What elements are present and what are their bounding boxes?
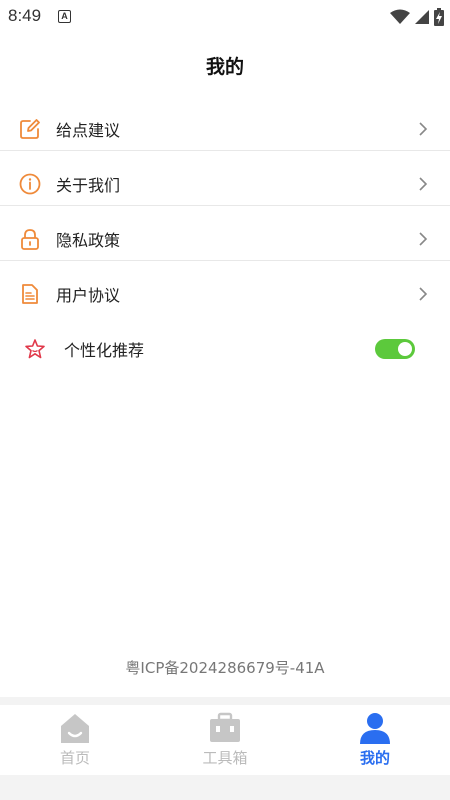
battery-icon	[434, 8, 444, 26]
profile-icon	[360, 713, 390, 744]
divider	[0, 260, 450, 261]
personalized-label: 个性化推荐	[64, 340, 145, 360]
chevron-right-icon	[419, 286, 428, 301]
wifi-icon	[390, 9, 410, 24]
personalized-toggle[interactable]	[375, 339, 415, 359]
divider	[0, 205, 450, 206]
status-time: 8:49	[8, 6, 42, 25]
bottom-tab-bar: 首页 工具箱 我的	[0, 705, 450, 775]
toolbox-icon	[210, 712, 240, 742]
menu-item-label: 用户协议	[56, 285, 121, 305]
chevron-right-icon	[419, 176, 428, 191]
page-title: 我的	[205, 56, 244, 78]
chevron-right-icon	[419, 121, 428, 136]
menu-item-label: 隐私政策	[56, 230, 121, 250]
status-bar: 8:49 A	[0, 0, 450, 34]
tab-label: 工具箱	[202, 749, 248, 767]
tab-label: 我的	[359, 749, 390, 767]
status-icons	[390, 8, 444, 26]
document-icon	[22, 283, 38, 304]
menu-item-label: 给点建议	[56, 120, 121, 140]
tabbar-divider	[0, 697, 450, 705]
home-icon	[61, 714, 89, 743]
star-icon	[25, 338, 45, 358]
menu-item-label: 关于我们	[56, 175, 121, 195]
signal-icon	[415, 10, 429, 24]
a-badge-icon: A	[58, 10, 71, 23]
menu-item-privacy[interactable]: 隐私政策	[0, 211, 450, 266]
divider	[0, 150, 450, 151]
system-nav-area	[0, 775, 450, 800]
toggle-knob	[398, 342, 412, 356]
lock-icon	[21, 228, 39, 250]
info-icon	[19, 173, 41, 194]
tab-mine[interactable]: 我的	[300, 705, 450, 775]
edit-icon	[20, 118, 40, 139]
chevron-right-icon	[419, 231, 428, 246]
icp-license-text: 粤ICP备2024286679号-41A	[125, 659, 325, 677]
tab-toolbox[interactable]: 工具箱	[150, 705, 300, 775]
menu-item-about[interactable]: 关于我们	[0, 156, 450, 211]
menu-item-feedback[interactable]: 给点建议	[0, 101, 450, 156]
menu-item-user-agreement[interactable]: 用户协议	[0, 266, 450, 321]
tab-home[interactable]: 首页	[0, 705, 150, 775]
tab-label: 首页	[59, 749, 90, 767]
